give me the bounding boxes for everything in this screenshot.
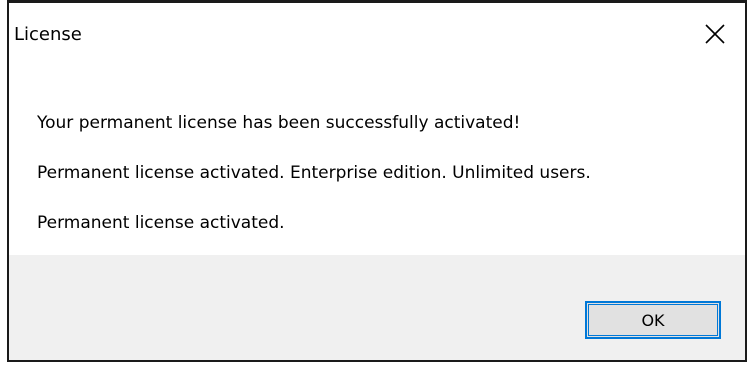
dialog-title: License xyxy=(14,24,82,45)
ok-button[interactable]: OK xyxy=(585,301,721,339)
message-line: Permanent license activated. Enterprise … xyxy=(37,163,591,183)
license-dialog: License Your permanent license has been … xyxy=(7,0,747,362)
message-line: Permanent license activated. xyxy=(37,213,285,233)
button-bar: OK xyxy=(9,255,745,360)
message-area: Your permanent license has been successf… xyxy=(9,69,745,255)
message-line: Your permanent license has been successf… xyxy=(37,113,521,133)
title-bar[interactable]: License xyxy=(9,3,745,69)
close-icon xyxy=(705,24,725,44)
close-button[interactable] xyxy=(685,6,745,62)
